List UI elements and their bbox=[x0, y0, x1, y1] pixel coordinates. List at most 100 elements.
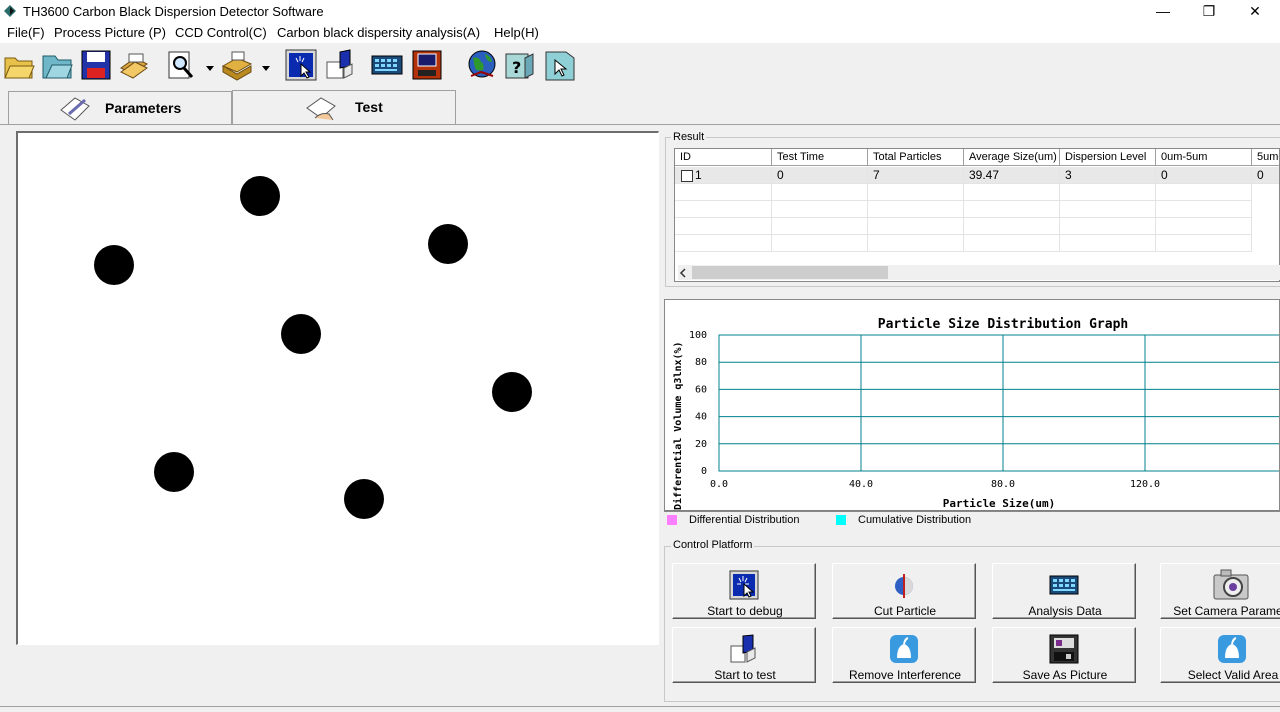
empty-cell bbox=[1156, 184, 1252, 201]
restore-button[interactable]: ❐ bbox=[1186, 0, 1232, 23]
calculator-icon bbox=[371, 55, 403, 75]
printer-icon bbox=[221, 51, 253, 81]
save-button[interactable] bbox=[79, 48, 113, 82]
minimize-button[interactable]: — bbox=[1140, 0, 1186, 23]
menu-help[interactable]: Help(H) bbox=[494, 25, 539, 40]
open-file-button[interactable] bbox=[40, 48, 74, 82]
tab-test[interactable]: Test bbox=[232, 90, 456, 125]
camera-icon bbox=[1213, 569, 1249, 600]
document-stack-icon bbox=[120, 53, 148, 79]
remove-interference-button[interactable]: Remove Interference bbox=[832, 627, 976, 683]
debug-toolbar-button[interactable] bbox=[284, 48, 318, 82]
preview-dropdown-arrow-icon[interactable] bbox=[205, 62, 215, 71]
chart-plot-frame bbox=[718, 334, 1279, 472]
tab-test-label: Test bbox=[355, 99, 383, 115]
preview-button[interactable] bbox=[164, 48, 198, 82]
cut-particle-button[interactable]: Cut Particle bbox=[832, 563, 976, 619]
empty-cell bbox=[1060, 184, 1156, 201]
table-horizontal-scrollbar[interactable] bbox=[678, 265, 1280, 280]
empty-cell bbox=[772, 218, 868, 235]
column-header-dispersion-level[interactable]: Dispersion Level bbox=[1060, 149, 1156, 166]
table-cell-total-particles: 7 bbox=[868, 167, 964, 184]
test-toolbar-button[interactable] bbox=[324, 48, 358, 82]
image-canvas[interactable] bbox=[16, 131, 659, 645]
print-setup-button[interactable] bbox=[117, 48, 151, 82]
about-pointer-icon bbox=[545, 51, 575, 81]
close-button[interactable]: ✕ bbox=[1232, 0, 1278, 23]
menu-file[interactable]: File(F) bbox=[7, 25, 45, 40]
web-button[interactable] bbox=[465, 48, 499, 82]
column-header-id[interactable]: ID bbox=[675, 149, 772, 166]
scrollbar-thumb[interactable] bbox=[692, 266, 888, 279]
chart-x-tick-label: 0.0 bbox=[710, 479, 728, 490]
app-logo-icon bbox=[4, 5, 16, 17]
chart-x-tick-label: 80.0 bbox=[991, 479, 1015, 490]
magnifier-page-icon bbox=[168, 51, 194, 79]
particle bbox=[344, 479, 384, 519]
particle bbox=[428, 224, 468, 264]
table-cell-average-size: 39.47 bbox=[964, 167, 1060, 184]
row-checkbox[interactable] bbox=[681, 170, 693, 182]
menu-ccd-control[interactable]: CCD Control(C) bbox=[175, 25, 267, 40]
analysis-toolbar-button[interactable] bbox=[370, 48, 404, 82]
print-button[interactable] bbox=[220, 48, 254, 82]
floppy-disk-icon bbox=[81, 50, 111, 80]
help-button[interactable]: ? bbox=[503, 48, 537, 82]
column-header-total-particles[interactable]: Total Particles bbox=[868, 149, 964, 166]
legend-swatch-differential bbox=[667, 515, 677, 525]
particle-size-chart: Particle Size Distribution Graph Differe… bbox=[664, 299, 1280, 512]
remove-interference-icon bbox=[890, 635, 918, 663]
select-area-icon bbox=[1218, 635, 1246, 663]
open-folder-icon bbox=[4, 57, 35, 79]
empty-cell bbox=[964, 184, 1060, 201]
start-debug-label: Start to debug bbox=[707, 604, 783, 618]
test-icon bbox=[730, 634, 756, 663]
tab-parameters[interactable]: Parameters bbox=[8, 91, 232, 124]
column-header-test-time[interactable]: Test Time bbox=[772, 149, 868, 166]
save-as-picture-label: Save As Picture bbox=[1022, 668, 1108, 682]
about-button[interactable] bbox=[543, 48, 577, 82]
scroll-left-arrow-icon[interactable] bbox=[678, 268, 688, 278]
legend-differential-label: Differential Distribution bbox=[689, 514, 800, 526]
column-header-0-5um[interactable]: 0um-5um bbox=[1156, 149, 1252, 166]
chart-x-axis-label: Particle Size(um) bbox=[943, 497, 1056, 510]
empty-cell bbox=[1060, 235, 1156, 252]
legend-cumulative-label: Cumulative Distribution bbox=[858, 514, 972, 526]
select-valid-area-button[interactable]: Select Valid Area bbox=[1160, 627, 1280, 683]
chart-title: Particle Size Distribution Graph bbox=[878, 317, 1128, 332]
chart-y-axis-label: Differential Volume q3lnx(%) bbox=[672, 341, 684, 510]
menu-bar: File(F) Process Picture (P) CCD Control(… bbox=[0, 23, 1280, 43]
save-picture-toolbar-button[interactable] bbox=[410, 48, 444, 82]
empty-cell bbox=[1156, 201, 1252, 218]
folder-page-icon bbox=[326, 49, 353, 79]
start-debug-button[interactable]: Start to debug bbox=[672, 563, 816, 619]
analysis-data-button[interactable]: Analysis Data bbox=[992, 563, 1136, 619]
chart-y-tick-label: 80 bbox=[695, 357, 707, 368]
particle bbox=[240, 176, 280, 216]
save-as-picture-button[interactable]: Save As Picture bbox=[992, 627, 1136, 683]
set-camera-parameters-button[interactable]: Set Camera Paramete bbox=[1160, 563, 1280, 619]
particle bbox=[281, 314, 321, 354]
column-header-5um[interactable]: 5um- bbox=[1252, 149, 1279, 166]
pencil-page-icon bbox=[60, 97, 90, 121]
chart-y-tick-label: 100 bbox=[689, 330, 707, 341]
analysis-data-label: Analysis Data bbox=[1028, 604, 1102, 618]
test-hand-icon bbox=[306, 97, 336, 121]
result-table[interactable]: ID Test Time Total Particles Average Siz… bbox=[674, 148, 1280, 282]
cut-particle-icon bbox=[895, 574, 913, 598]
empty-cell bbox=[772, 201, 868, 218]
remove-interference-label: Remove Interference bbox=[848, 668, 962, 682]
open-folder-button[interactable] bbox=[2, 48, 36, 82]
legend-swatch-cumulative bbox=[836, 515, 846, 525]
start-test-button[interactable]: Start to test bbox=[672, 627, 816, 683]
print-dropdown-arrow-icon[interactable] bbox=[261, 62, 271, 71]
table-cell-test-time: 0 bbox=[772, 167, 868, 184]
chart-y-tick-label: 0 bbox=[701, 466, 707, 477]
chart-y-tick-label: 40 bbox=[695, 412, 707, 423]
menu-process-picture[interactable]: Process Picture (P) bbox=[54, 25, 166, 40]
column-header-average-size[interactable]: Average Size(um) bbox=[964, 149, 1060, 166]
menu-dispersity-analysis[interactable]: Carbon black dispersity analysis(A) bbox=[277, 25, 480, 40]
empty-cell bbox=[1060, 218, 1156, 235]
tab-divider bbox=[0, 124, 1280, 125]
save-picture-icon bbox=[1049, 634, 1079, 664]
